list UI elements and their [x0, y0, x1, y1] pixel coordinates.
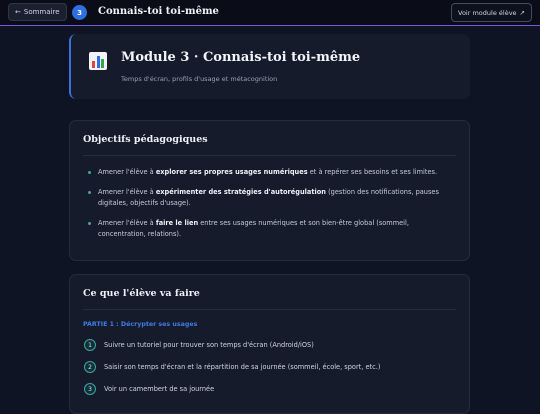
activities-card: Ce que l'élève va faire PARTIE 1 : Décry… — [69, 274, 470, 414]
activities-title: Ce que l'élève va faire — [83, 288, 200, 299]
module-title: Module 3 · Connais-toi toi-même — [121, 50, 361, 65]
bar-chart-icon — [89, 52, 107, 70]
back-to-summary-button[interactable]: ← Sommaire — [8, 3, 67, 21]
objective-item: Amener l'élève à faire le lien entre ses… — [98, 219, 409, 238]
view-button-label: Voir module élève — [458, 8, 517, 17]
step-text: Suivre un tutoriel pour trouver son temp… — [104, 341, 314, 349]
module-subtitle: Temps d'écran, profils d'usage et métaco… — [121, 75, 278, 83]
divider — [83, 155, 456, 156]
divider — [83, 309, 456, 310]
external-link-icon: ↗ — [519, 8, 525, 17]
bullet-icon — [88, 222, 91, 225]
module-header-card: Module 3 · Connais-toi toi-même Temps d'… — [69, 34, 470, 99]
step-number-badge: 1 — [84, 339, 96, 351]
arrow-left-icon: ← — [15, 8, 21, 16]
objective-item: Amener l'élève à explorer ses propres us… — [98, 168, 438, 176]
view-student-module-button[interactable]: Voir module élève ↗ — [451, 3, 532, 22]
bullet-icon — [88, 171, 91, 174]
page-title: Connais-toi toi-même — [98, 6, 219, 17]
bullet-icon — [88, 191, 91, 194]
objective-item: Amener l'élève à expérimenter des straté… — [98, 188, 439, 207]
objectives-card: Objectifs pédagogiques Amener l'élève à … — [69, 120, 470, 261]
step-number-badge: 2 — [84, 361, 96, 373]
step-text: Voir un camembert de sa journée — [104, 385, 215, 393]
part-label: PARTIE 1 : Décrypter ses usages — [83, 321, 198, 328]
objectives-title: Objectifs pédagogiques — [83, 134, 208, 145]
back-button-label: Sommaire — [23, 8, 60, 16]
top-bar: ← Sommaire 3 Connais-toi toi-même Voir m… — [0, 0, 540, 26]
step-number-badge: 3 — [84, 383, 96, 395]
module-number-badge: 3 — [72, 5, 87, 20]
step-text: Saisir son temps d'écran et la répartiti… — [104, 363, 381, 371]
